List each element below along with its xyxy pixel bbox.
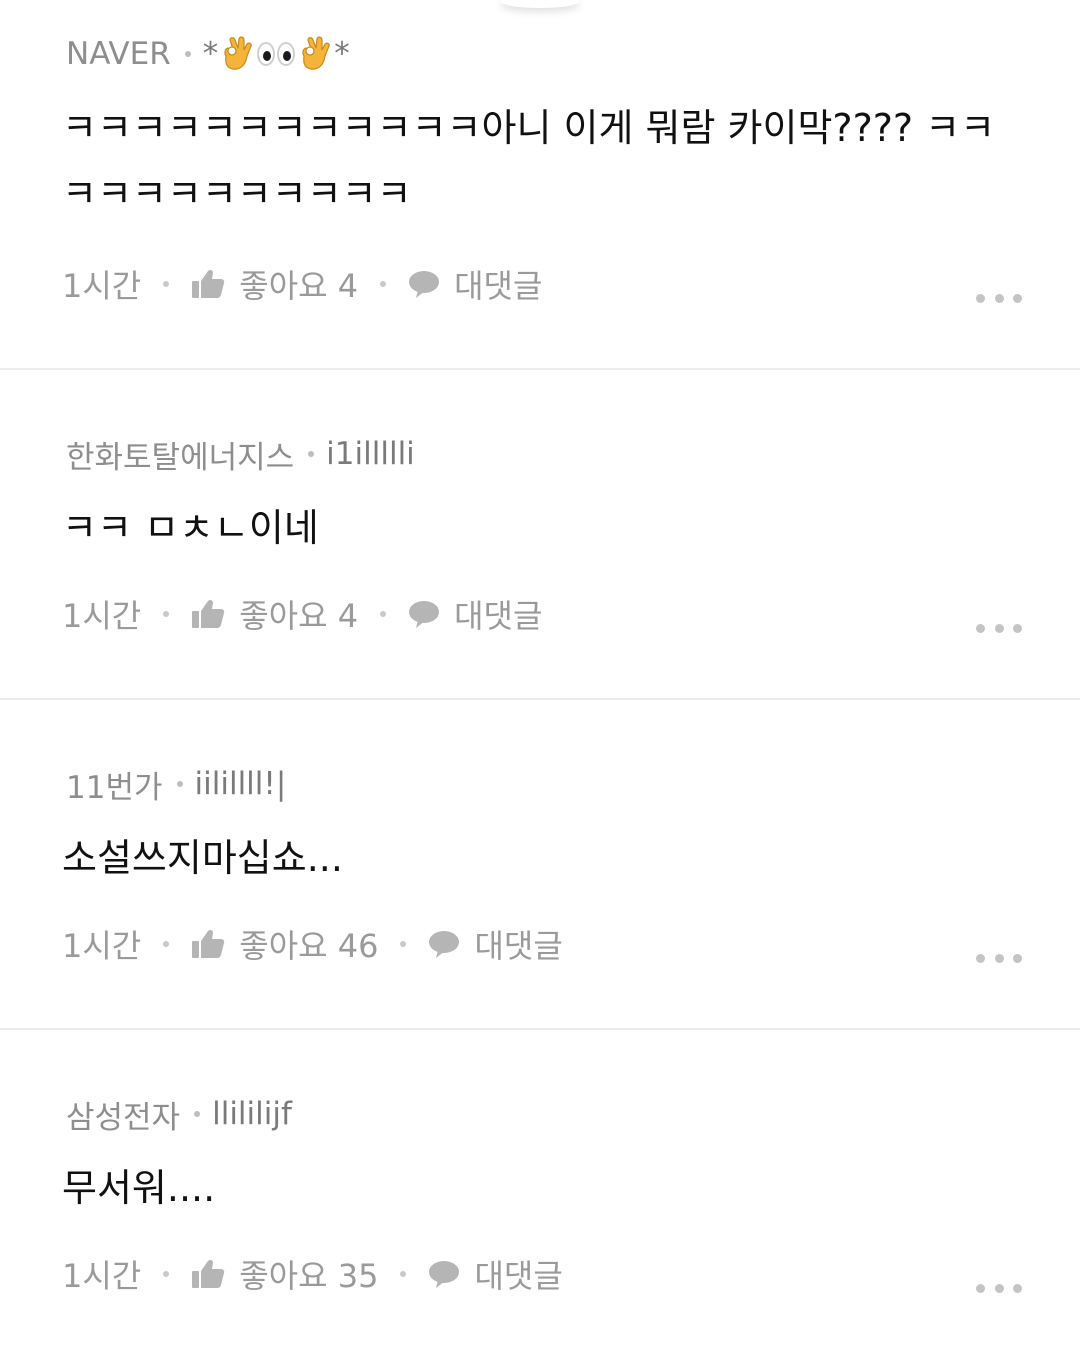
more-options-button[interactable]: [976, 1281, 1022, 1295]
speech-bubble-icon: [409, 601, 440, 628]
like-label: 좋아요 35: [239, 1257, 379, 1295]
comment-item: 한화토탈에너지스 i1illllli ㅋㅋ ㅁㅊㄴ이네 1시간 좋아요 4 대댓…: [0, 370, 1080, 700]
separator-dot: [184, 51, 191, 57]
reply-button[interactable]: 대댓글: [408, 591, 542, 637]
separator-dot: [400, 941, 407, 947]
comment-actions: 1시간 좋아요 46 대댓글: [62, 921, 563, 967]
comment-item: NAVER * * ㅋㅋㅋㅋㅋㅋㅋㅋㅋㅋㅋㅋ아니 이게 뭐람 카이막???? ㅋ…: [0, 0, 1080, 370]
thumbs-up-icon: [192, 269, 225, 298]
ok-hand-icon: [224, 36, 253, 70]
separator-dot: [163, 1271, 170, 1277]
comment-actions: 1시간 좋아요 4 대댓글: [62, 591, 542, 637]
comment-time: 1시간: [62, 927, 142, 965]
like-button[interactable]: 좋아요 4: [191, 261, 358, 307]
comment-source: 11번가: [66, 769, 163, 806]
eyes-icon: [257, 42, 296, 66]
comment-meta: 11번가 iilillll!|: [66, 764, 287, 806]
reply-label: 대댓글: [454, 597, 543, 635]
comment-time: 1시간: [62, 267, 142, 305]
like-button[interactable]: 좋아요 35: [191, 1251, 378, 1297]
comment-item: 삼성전자 llililijf 무서워.... 1시간 좋아요 35 대댓글: [0, 1030, 1080, 1350]
nickname-emoji: [220, 36, 332, 72]
like-label: 좋아요 46: [239, 927, 379, 965]
reply-button[interactable]: 대댓글: [408, 261, 542, 307]
comment-meta: 삼성전자 llililijf: [66, 1094, 292, 1136]
more-options-button[interactable]: [976, 291, 1022, 305]
separator-dot: [176, 781, 183, 787]
reply-label: 대댓글: [474, 1257, 563, 1295]
comment-actions: 1시간 좋아요 35 대댓글: [62, 1251, 563, 1297]
like-button[interactable]: 좋아요 4: [191, 591, 358, 637]
comment-actions: 1시간 좋아요 4 대댓글: [62, 261, 542, 307]
separator-dot: [308, 451, 315, 457]
nickname-prefix: *: [202, 36, 219, 72]
separator-dot: [194, 1111, 201, 1117]
speech-bubble-icon: [409, 271, 440, 298]
separator-dot: [163, 941, 170, 947]
separator-dot: [400, 1271, 407, 1277]
reply-button[interactable]: 대댓글: [428, 1251, 563, 1297]
reply-label: 대댓글: [474, 927, 563, 965]
separator-dot: [380, 611, 387, 617]
speech-bubble-icon: [429, 931, 460, 958]
comment-source: 한화토탈에너지스: [66, 439, 295, 476]
separator-dot: [163, 281, 170, 287]
reply-button[interactable]: 대댓글: [428, 921, 563, 967]
comment-meta: NAVER * *: [66, 34, 350, 74]
comment-item: 11번가 iilillll!| 소설쓰지마십쇼... 1시간 좋아요 46 대댓…: [0, 700, 1080, 1030]
comment-source: NAVER: [66, 36, 171, 72]
separator-dot: [163, 611, 170, 617]
comment-nickname[interactable]: llililijf: [212, 1096, 292, 1132]
thumbs-up-icon: [192, 929, 225, 958]
speech-bubble-icon: [429, 1261, 460, 1288]
comment-meta: 한화토탈에너지스 i1illllli: [66, 434, 415, 476]
ok-hand-icon: [302, 36, 331, 70]
comment-text: 소설쓰지마십쇼...: [62, 836, 343, 880]
comment-text: ㅋㅋㅋㅋㅋㅋㅋㅋㅋㅋㅋㅋ아니 이게 뭐람 카이막???? ㅋㅋㅋㅋㅋㅋㅋㅋㅋㅋㅋ…: [62, 106, 996, 216]
comment-text: ㅋㅋ ㅁㅊㄴ이네: [62, 506, 319, 550]
comment-nickname[interactable]: i1illllli: [326, 436, 415, 472]
like-button[interactable]: 좋아요 46: [191, 921, 378, 967]
like-label: 좋아요 4: [239, 267, 359, 305]
more-options-button[interactable]: [976, 951, 1022, 965]
comment-time: 1시간: [62, 1257, 142, 1295]
more-options-button[interactable]: [976, 621, 1022, 635]
separator-dot: [380, 281, 387, 287]
like-label: 좋아요 4: [239, 597, 359, 635]
nickname-suffix: *: [334, 36, 350, 72]
thumbs-up-icon: [192, 1259, 225, 1288]
comment-nickname[interactable]: * *: [203, 36, 350, 72]
reply-label: 대댓글: [454, 267, 543, 305]
thumbs-up-icon: [192, 599, 225, 628]
comment-time: 1시간: [62, 597, 142, 635]
comment-source: 삼성전자: [66, 1099, 181, 1136]
comment-text: 무서워....: [62, 1166, 216, 1210]
comment-nickname[interactable]: iilillll!|: [195, 766, 287, 802]
